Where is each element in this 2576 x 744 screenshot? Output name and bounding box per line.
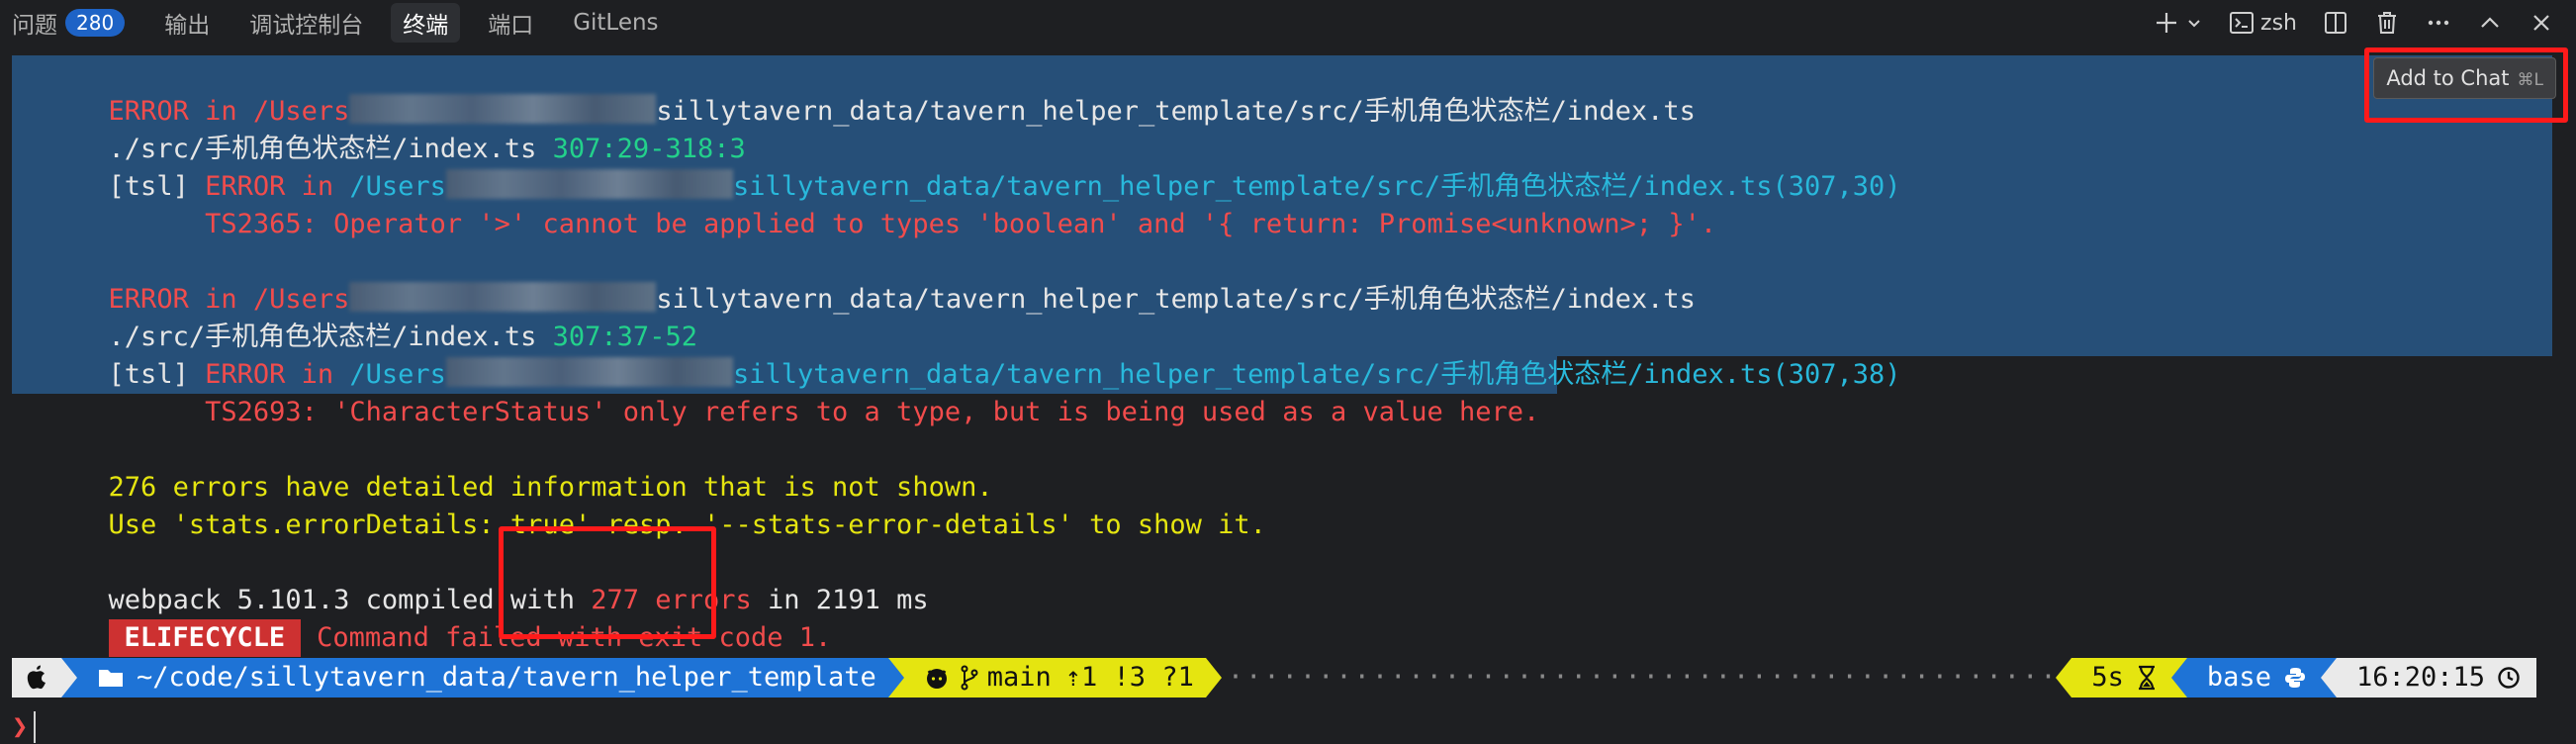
add-to-chat-label: Add to Chat	[2386, 66, 2510, 90]
prompt-filler: ········································…	[1227, 662, 2057, 693]
folder-icon	[99, 670, 123, 687]
tab-output[interactable]: 输出	[152, 3, 222, 43]
split-terminal-button[interactable]	[2323, 8, 2348, 38]
terminal-shell-selector[interactable]: zsh	[2229, 8, 2297, 38]
git-segment: main ⇡1 !3 ?1	[903, 658, 1206, 698]
duration-segment: 5s	[2071, 658, 2171, 698]
segment-separator	[2320, 658, 2337, 698]
terminal-line: TS2693: 'CharacterStatus' only refers to…	[12, 356, 1539, 427]
kill-terminal-button[interactable]	[2374, 8, 2400, 38]
chevron-up-icon	[2481, 17, 2499, 28]
tab-terminal[interactable]: 终端	[391, 3, 461, 43]
terminal-line: [tsl] ERROR in /Users sillytavern_data/ta…	[12, 131, 1901, 202]
terminal-line: ELIFECYCLE Command failed with exit code …	[12, 582, 831, 657]
conda-env-name: base	[2206, 662, 2271, 693]
terminal-line: ERROR in /Users sillytavern_data/tavern_h…	[12, 55, 1696, 127]
terminal-line: [tsl] ERROR in /Users sillytavern_data/ta…	[12, 319, 1901, 390]
close-icon	[2533, 15, 2549, 31]
new-terminal-button[interactable]	[2154, 8, 2203, 38]
segment-separator	[1205, 658, 1222, 698]
error-path: sillytavern_data/tavern_helper_template/…	[656, 96, 1696, 127]
git-status: ⇡1 !3 ?1	[1064, 662, 1194, 693]
tab-gitlens-label: GitLens	[573, 10, 659, 36]
chevron-down-icon[interactable]	[2185, 14, 2203, 32]
segment-separator	[2056, 658, 2072, 698]
ts-error-message: TS2693: 'CharacterStatus' only refers to…	[108, 397, 1540, 427]
clock-icon	[2498, 667, 2520, 689]
apple-icon	[27, 665, 46, 690]
tab-terminal-label: 终端	[403, 13, 449, 39]
ellipsis-icon	[2428, 20, 2449, 26]
terminal-line: ERROR in /Users sillytavern_data/tavern_h…	[12, 243, 1696, 315]
segment-separator	[61, 658, 77, 698]
shell-name-label: zsh	[2260, 10, 2297, 36]
panel-tab-bar: 问题 280 输出 调试控制台 终端 端口 GitLens zsh	[0, 0, 2576, 46]
os-segment	[12, 658, 61, 698]
github-icon	[926, 669, 947, 689]
powerline-prompt: ~/code/sillytavern_data/tavern_helper_te…	[12, 658, 2536, 698]
segment-separator	[2170, 658, 2187, 698]
terminal-line: ./src/手机角色状态栏/index.ts 307:37-52	[12, 281, 697, 352]
more-actions-button[interactable]	[2426, 8, 2451, 38]
path-segment: ~/code/sillytavern_data/tavern_helper_te…	[77, 658, 888, 698]
tab-debug-console-label: 调试控制台	[249, 13, 364, 39]
time-segment: 16:20:15	[2336, 658, 2536, 698]
error-path: sillytavern_data/tavern_helper_template/…	[656, 284, 1696, 315]
trash-icon	[2378, 12, 2396, 34]
vscode-panel: 问题 280 输出 调试控制台 终端 端口 GitLens zsh ERROR …	[0, 0, 2576, 744]
python-icon	[2284, 668, 2305, 688]
panel-actions: zsh	[2154, 0, 2554, 46]
command-duration: 5s	[2091, 662, 2124, 693]
segment-separator	[887, 658, 904, 698]
add-to-chat-shortcut: ⌘L	[2517, 70, 2543, 90]
terminal-line: 276 errors have detailed information tha…	[12, 431, 993, 503]
terminal-line: webpack 5.101.3 compiled with 277 errors…	[12, 544, 929, 615]
split-icon	[2325, 12, 2346, 34]
prompt-time: 16:20:15	[2355, 662, 2485, 693]
git-branch-icon	[961, 665, 978, 691]
terminal-line: TS2365: Operator '>' cannot be applied t…	[12, 168, 1716, 239]
maximize-panel-button[interactable]	[2477, 8, 2503, 38]
tab-debug-console[interactable]: 调试控制台	[237, 3, 375, 43]
terminal-output[interactable]: ERROR in /Users sillytavern_data/tavern_h…	[0, 51, 2576, 744]
tab-problems-label: 问题	[12, 13, 57, 39]
git-branch-name: main	[986, 662, 1052, 693]
tab-gitlens[interactable]: GitLens	[561, 3, 670, 43]
tab-output-label: 输出	[164, 13, 211, 39]
terminal-icon	[2230, 12, 2254, 34]
cwd-path: ~/code/sillytavern_data/tavern_helper_te…	[137, 662, 876, 693]
problems-count-badge: 280	[65, 9, 126, 37]
elifecycle-badge: ELIFECYCLE	[108, 619, 302, 657]
env-segment: base	[2186, 658, 2321, 698]
input-line[interactable]: ❯	[12, 707, 37, 744]
terminal-line: Use 'stats.errorDetails: true' resp. '--…	[12, 469, 1266, 540]
terminal-cursor	[34, 711, 37, 743]
tab-problems[interactable]: 问题 280	[0, 3, 137, 43]
terminal-line: ./src/手机角色状态栏/index.ts 307:29-318:3	[12, 93, 746, 164]
command-failed-message: Command failed with exit code 1.	[317, 622, 832, 653]
summary-hint: Use 'stats.errorDetails: true' resp. '--…	[108, 510, 1266, 540]
hourglass-icon	[2138, 665, 2155, 691]
ts-error-message: TS2365: Operator '>' cannot be applied t…	[108, 209, 1717, 239]
prompt-symbol: ❯	[12, 711, 29, 742]
tab-ports[interactable]: 端口	[476, 3, 545, 43]
close-panel-button[interactable]	[2529, 8, 2554, 38]
plus-icon	[2157, 13, 2177, 33]
tab-ports-label: 端口	[488, 13, 534, 39]
add-to-chat-button[interactable]: Add to Chat ⌘L	[2373, 57, 2556, 99]
